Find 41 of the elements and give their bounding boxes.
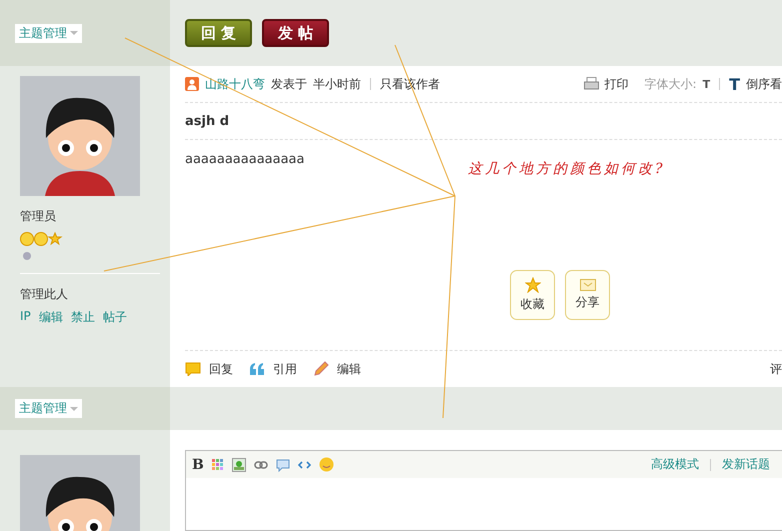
manage-user-label: 管理此人 (20, 286, 69, 303)
link-icon[interactable] (254, 460, 268, 468)
advanced-mode-link[interactable]: 高级模式 (651, 456, 699, 473)
speech-bubble-icon[interactable] (276, 458, 290, 472)
user-icon (185, 77, 199, 91)
star-icon (524, 277, 540, 293)
topic-manage-select[interactable]: 主题管理 (15, 24, 82, 42)
smiley-icon[interactable] (318, 457, 334, 472)
post-title: asjh d (185, 114, 230, 128)
manage-link[interactable]: 禁止 (70, 309, 95, 326)
reply-action[interactable]: 回复 (185, 360, 233, 378)
quote-icon (249, 363, 265, 375)
share-button[interactable]: 分享 (565, 270, 610, 320)
reverse-order-link[interactable]: 倒序看 (746, 76, 782, 92)
posted-label: 发表于 (271, 76, 307, 92)
envelope-icon (580, 279, 596, 291)
color-grid-icon[interactable] (212, 458, 224, 470)
post-time: 半小时前 (313, 76, 361, 92)
font-size-label: 字体大小: (644, 76, 697, 92)
satellite-icon (22, 251, 32, 261)
print-link[interactable]: 打印 (604, 76, 629, 92)
quote-action[interactable]: 引用 (249, 360, 297, 378)
favorite-button[interactable]: 收藏 (510, 270, 555, 320)
reply-button[interactable]: 回 复 (185, 19, 252, 47)
new-post-button[interactable]: 发 帖 (262, 19, 329, 47)
large-font-button[interactable]: T (729, 74, 740, 94)
small-font-button[interactable]: T (702, 78, 710, 90)
bold-button[interactable]: B (192, 456, 204, 472)
speech-bubble-icon (185, 362, 201, 376)
rate-link[interactable]: 评 (770, 360, 782, 378)
post-content: aaaaaaaaaaaaaaa (185, 152, 304, 167)
annotation-note: 这几个地方的颜色如何改? (468, 160, 666, 178)
printer-icon (584, 77, 599, 91)
code-icon[interactable] (298, 460, 311, 468)
topic-manage-select[interactable]: 主题管理 (15, 399, 82, 418)
reply-editor[interactable]: B 高级模式 发新话题 (185, 450, 782, 531)
edit-action[interactable]: 编辑 (313, 360, 361, 378)
image-icon[interactable] (232, 458, 246, 472)
user-role: 管理员 (20, 208, 57, 225)
new-topic-link[interactable]: 发新话题 (722, 456, 770, 473)
pencil-icon (313, 361, 329, 377)
